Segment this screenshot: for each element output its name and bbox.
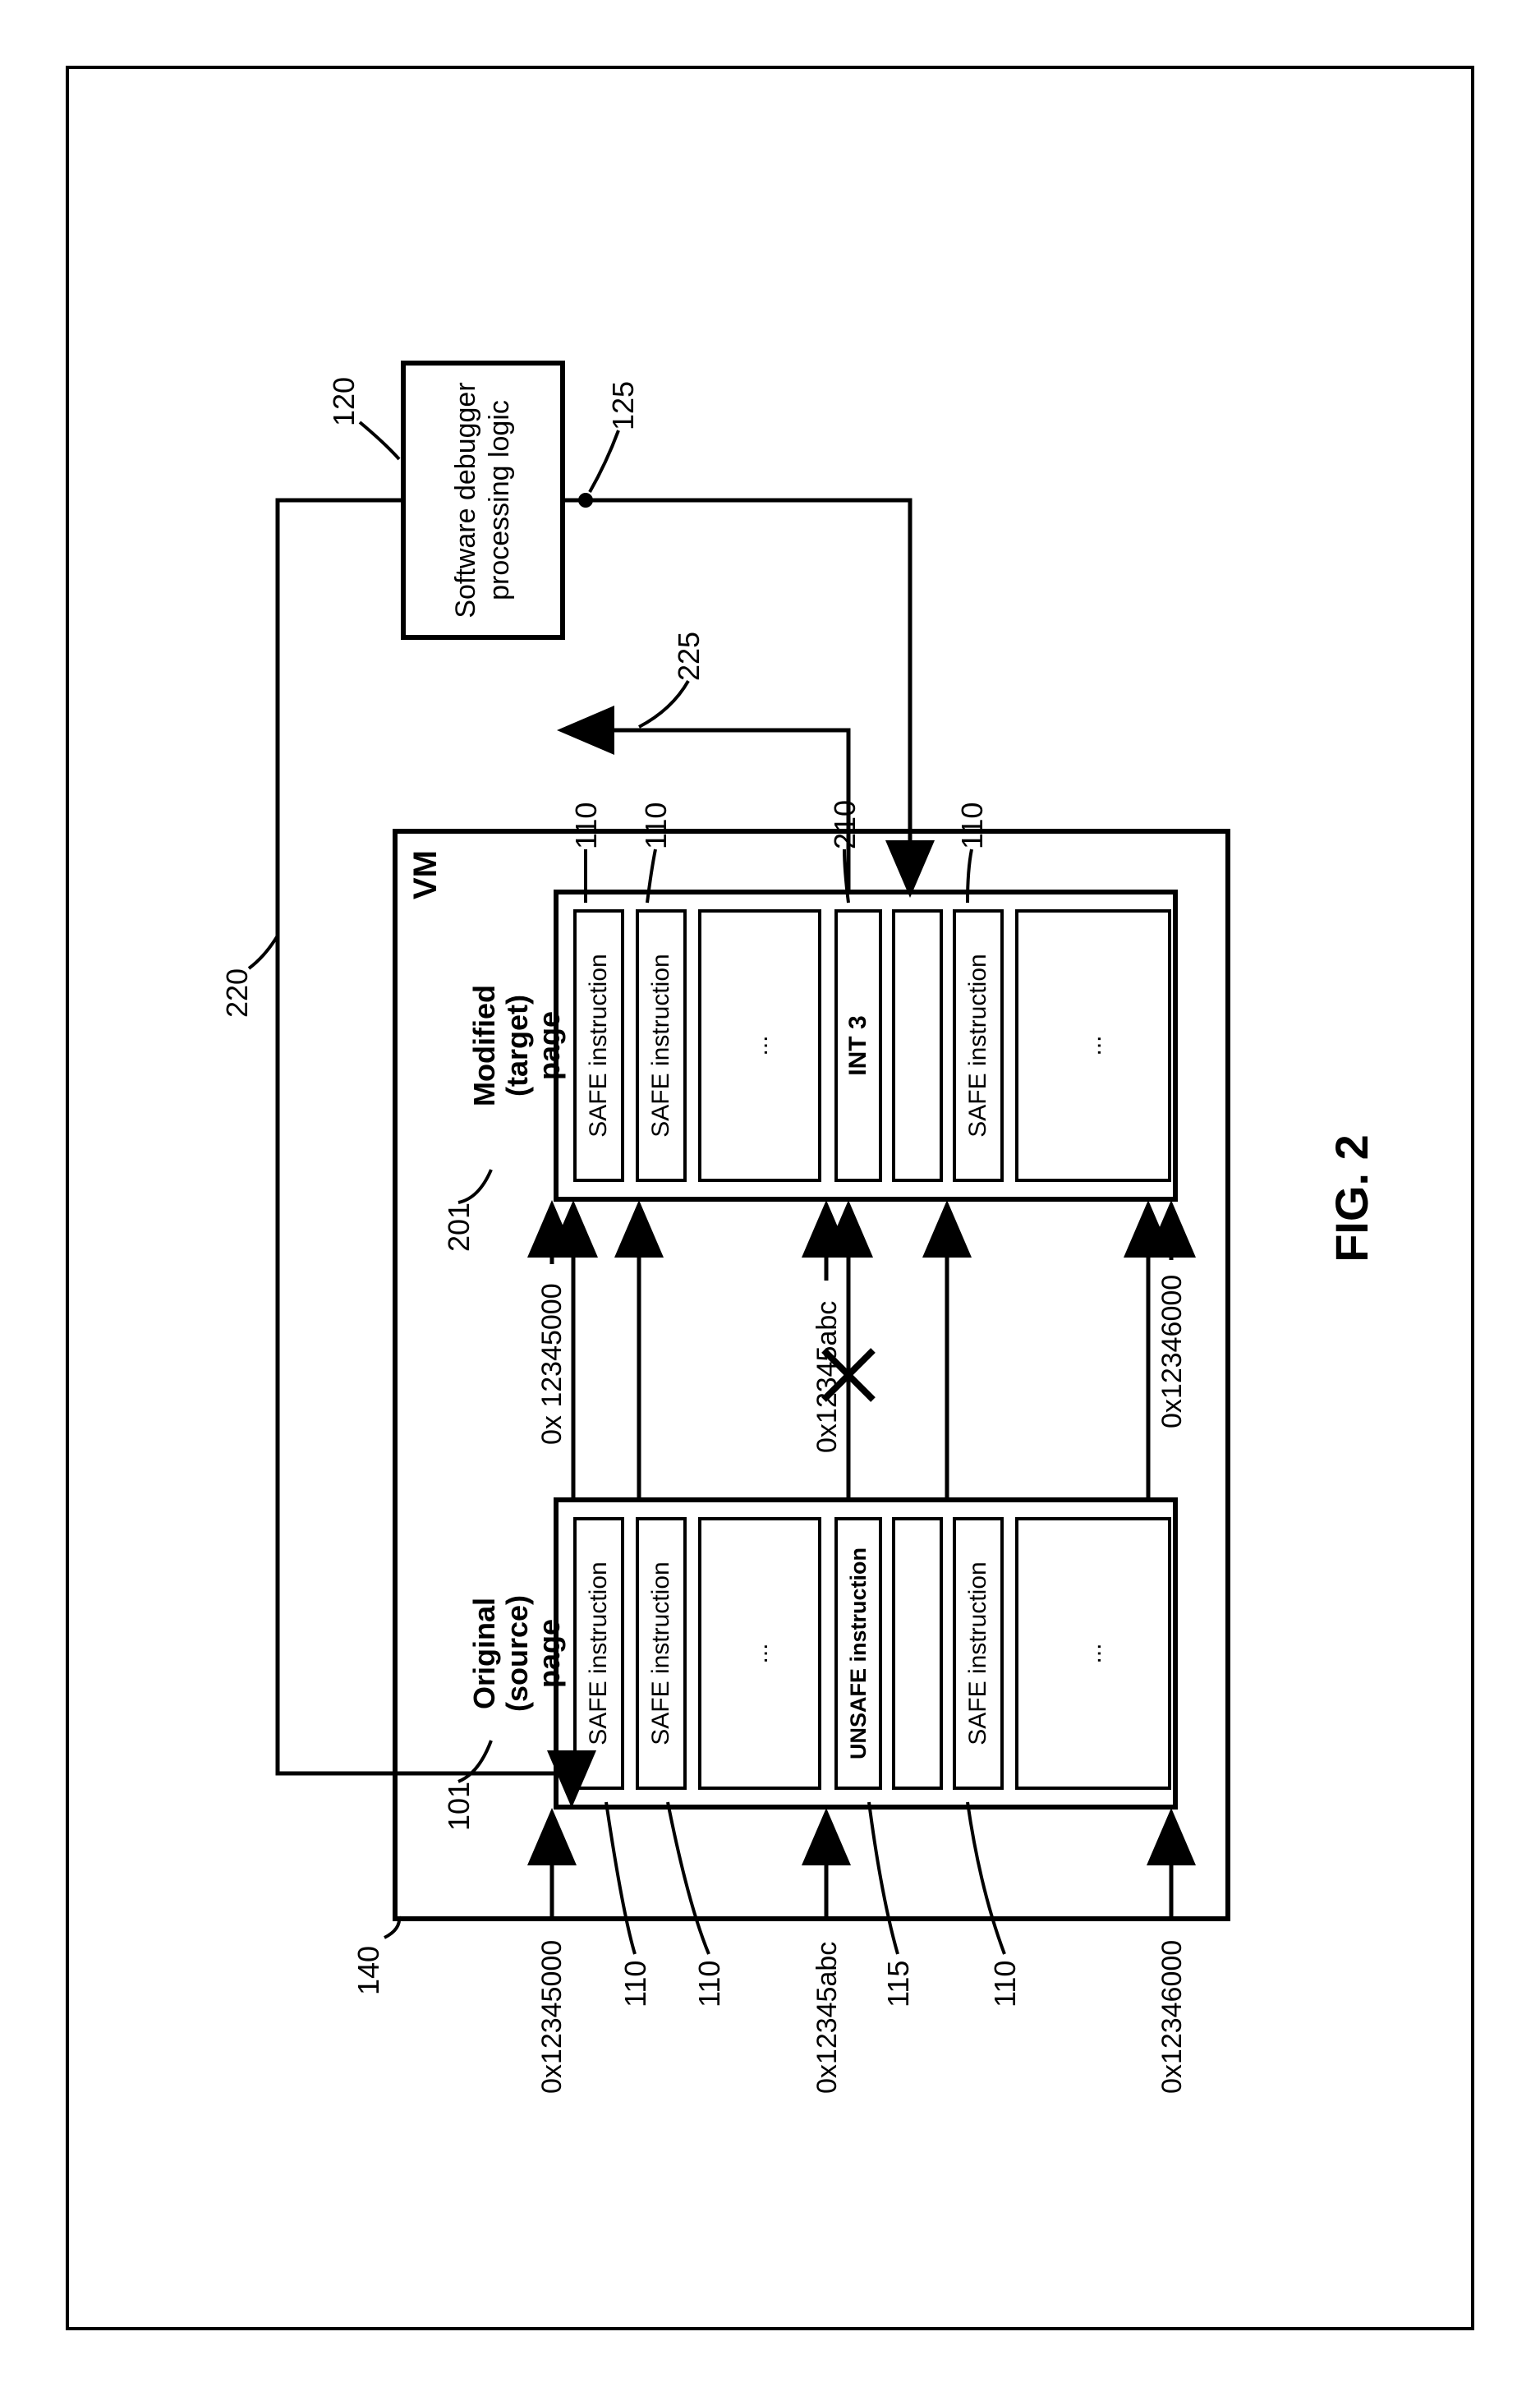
mod-instr-5	[892, 909, 943, 1182]
addr-bot-mid: 0x12346000	[1156, 1274, 1188, 1428]
orig-unsafe-instr: UNSAFE instruction	[834, 1517, 882, 1790]
addr-mid-mid: 0x12345abc	[811, 1300, 844, 1452]
debugger-box: Software debugger processing logic	[401, 361, 565, 640]
modified-page: Modified (target) page SAFE instruction …	[554, 890, 1178, 1202]
ref-125: 125	[606, 380, 641, 430]
orig-instr-3: ...	[698, 1517, 821, 1790]
diagram-stage: VM Original (source) page SAFE instructi…	[113, 213, 1427, 2184]
orig-instr-2: SAFE instruction	[636, 1517, 687, 1790]
ref-mod-110-c: 110	[955, 802, 990, 848]
mod-instr-7: ...	[1015, 909, 1171, 1182]
original-page-title: Original (source) page	[468, 1578, 566, 1729]
ref-101: 101	[442, 1781, 476, 1830]
ref-201: 201	[442, 1202, 476, 1251]
modified-page-title: Modified (target) page	[468, 970, 566, 1121]
orig-instr-1: SAFE instruction	[573, 1517, 624, 1790]
ref-210: 210	[828, 799, 862, 848]
ref-mod-110-a: 110	[569, 802, 604, 848]
figure-label: FIG. 2	[1325, 1134, 1378, 1262]
ref-220: 220	[220, 968, 255, 1017]
orig-instr-5	[892, 1517, 943, 1790]
ref-120: 120	[327, 376, 361, 425]
orig-instr-6: SAFE instruction	[953, 1517, 1004, 1790]
ref-115: 115	[881, 1960, 916, 2007]
addr-top-left: 0x12345000	[536, 1939, 568, 2093]
mod-instr-1: SAFE instruction	[573, 909, 624, 1182]
mod-instr-3: ...	[698, 909, 821, 1182]
ref-225: 225	[672, 631, 706, 680]
ref-140: 140	[352, 1945, 386, 1994]
addr-bot-left: 0x12346000	[1156, 1939, 1188, 2093]
orig-instr-7: ...	[1015, 1517, 1171, 1790]
ref-110-a: 110	[618, 1960, 653, 2007]
mod-instr-2: SAFE instruction	[636, 909, 687, 1182]
ref-110-b: 110	[692, 1960, 727, 2007]
addr-top-mid: 0x 12345000	[536, 1283, 568, 1445]
ref-110-c: 110	[988, 1960, 1023, 2007]
ref-mod-110-b: 110	[639, 802, 673, 848]
addr-mid-left: 0x12345abc	[811, 1941, 844, 2093]
mod-instr-6: SAFE instruction	[953, 909, 1004, 1182]
debugger-label: Software debugger processing logic	[449, 366, 517, 635]
vm-label: VM	[407, 850, 444, 899]
original-page: Original (source) page SAFE instruction …	[554, 1497, 1178, 1810]
mod-int3-instr: INT 3	[834, 909, 882, 1182]
